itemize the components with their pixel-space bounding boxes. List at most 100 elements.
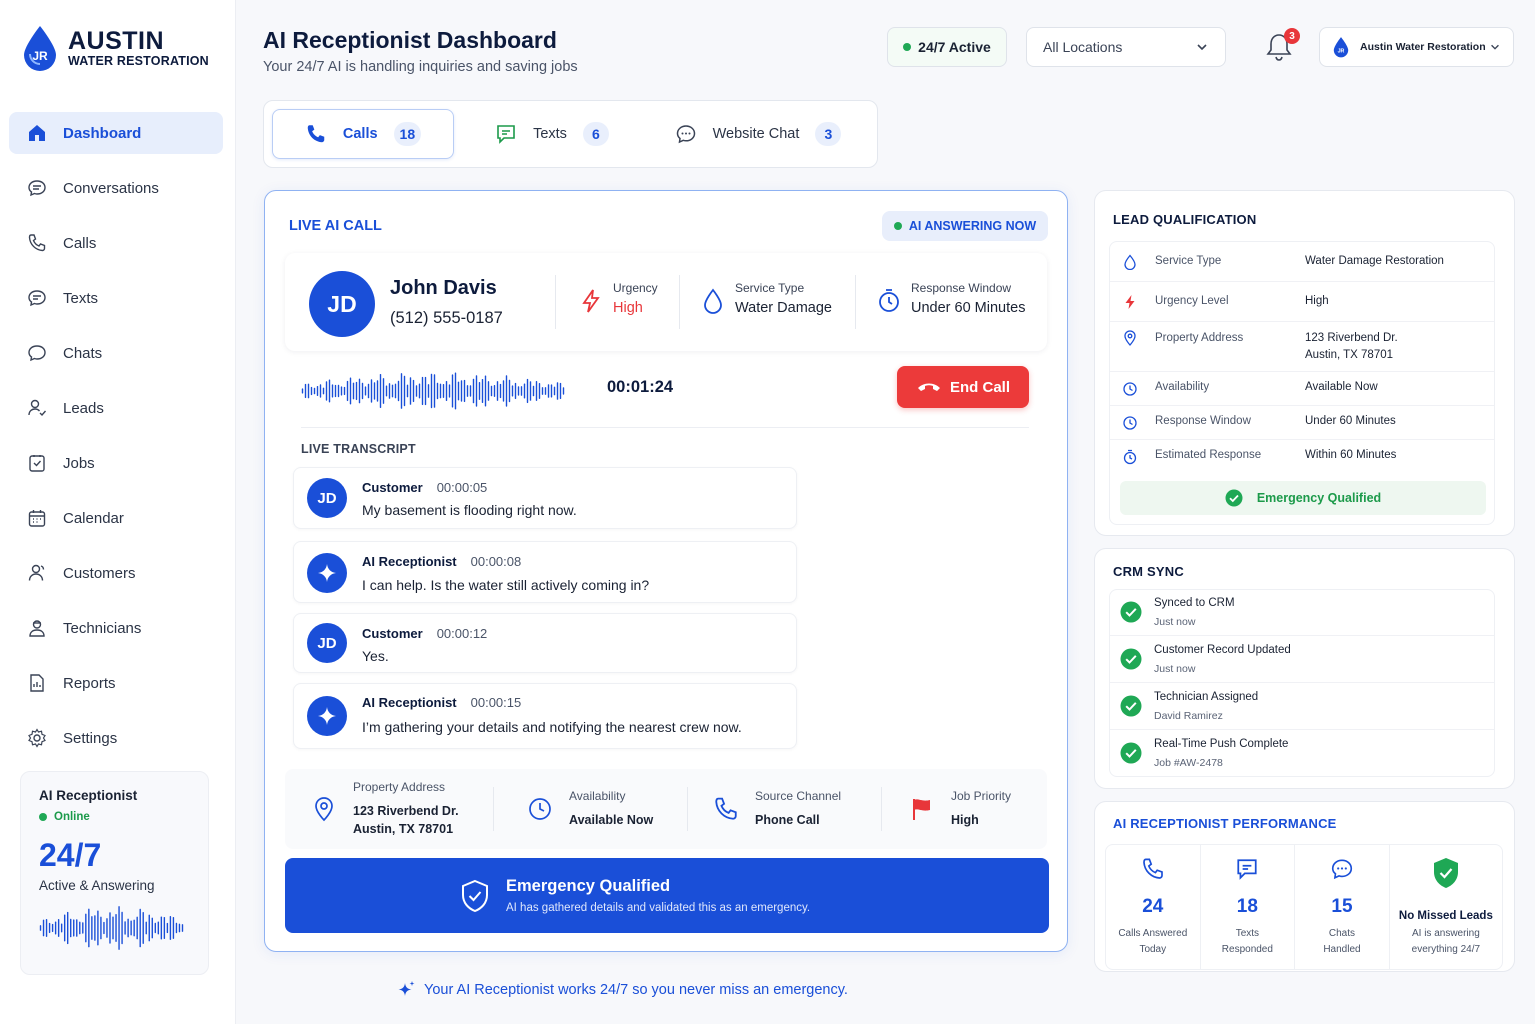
lead-row-response-window: Response Window Under 60 Minutes xyxy=(1110,406,1494,440)
page-title: AI Receptionist Dashboard xyxy=(263,27,557,53)
sidebar-item-label: Calendar xyxy=(63,509,124,527)
check-circle-icon xyxy=(1120,695,1142,717)
source-channel-detail: Source Channel Phone Call xyxy=(713,769,841,849)
sidebar-item-jobs[interactable]: Jobs xyxy=(9,442,223,484)
lead-qualification-card: LEAD QUALIFICATION Service Type Water Da… xyxy=(1094,190,1515,536)
customer-avatar: JD xyxy=(307,623,347,663)
tab-calls[interactable]: Calls 18 xyxy=(272,109,454,159)
job-priority-detail: Job Priority High xyxy=(909,769,1011,849)
tab-count-badge: 6 xyxy=(582,122,609,146)
sidebar-item-conversations[interactable]: Conversations xyxy=(9,167,223,209)
brand-logo[interactable]: JR AUSTIN WATER RESTORATION xyxy=(20,24,209,72)
footer-note: Your AI Receptionist works 24/7 so you n… xyxy=(396,980,848,1000)
lightning-icon xyxy=(1125,295,1135,309)
sidebar-item-label: Settings xyxy=(63,729,118,747)
phone-icon xyxy=(1142,858,1163,879)
lead-row-address: Property Address 123 Riverbend Dr. Austin… xyxy=(1110,322,1494,372)
caller-phone[interactable]: (512) 555-0187 xyxy=(390,309,503,328)
droplet-logo-icon: JR xyxy=(24,26,56,71)
phone-icon xyxy=(28,234,46,252)
sidebar-item-dashboard[interactable]: Dashboard xyxy=(9,112,223,154)
banner-title: Emergency Qualified xyxy=(506,877,671,895)
phone-icon xyxy=(307,125,325,143)
brand-name: AUSTIN xyxy=(68,27,165,55)
check-circle-icon xyxy=(1120,742,1142,764)
tab-label: Texts xyxy=(533,126,567,142)
ai-card-title: AI Receptionist xyxy=(39,788,138,803)
sparkle-icon xyxy=(398,981,415,996)
droplet-icon xyxy=(704,288,722,314)
page-subtitle: Your 24/7 AI is handling inquiries and s… xyxy=(263,59,578,75)
technician-icon xyxy=(29,620,45,637)
check-circle-icon xyxy=(1120,648,1142,670)
chevron-down-icon xyxy=(1197,44,1207,51)
call-details-bar: Property Address 123 Riverbend Dr. Austin,… xyxy=(285,769,1047,849)
sidebar-item-texts[interactable]: Texts xyxy=(9,277,223,319)
transcript-message: AI Receptionist 00:00:08 I can help. Is t… xyxy=(293,541,797,603)
calendar-icon xyxy=(28,510,46,527)
crm-sync-title: CRM SYNC xyxy=(1113,564,1184,579)
chevron-down-icon xyxy=(1491,44,1499,50)
ai-performance-card: AI RECEPTIONIST PERFORMANCE 24 Calls Ans… xyxy=(1094,801,1515,972)
notification-count-badge: 3 xyxy=(1284,28,1300,44)
droplet-icon xyxy=(1124,254,1136,270)
channel-tabs: Calls 18 Texts 6 Website Chat 3 xyxy=(263,100,878,168)
audio-waveform-icon xyxy=(301,372,565,410)
transcript-heading: LIVE TRANSCRIPT xyxy=(301,442,416,456)
audio-waveform-icon xyxy=(39,906,184,950)
pin-icon xyxy=(315,797,333,822)
sidebar-item-technicians[interactable]: Technicians xyxy=(9,607,223,649)
property-address-detail: Property Address 123 Riverbend Dr. Austin,… xyxy=(311,769,459,849)
sidebar-item-calendar[interactable]: Calendar xyxy=(9,497,223,539)
sidebar-item-customers[interactable]: Customers xyxy=(9,552,223,594)
sidebar-item-settings[interactable]: Settings xyxy=(9,717,223,759)
clock-icon xyxy=(529,798,551,820)
online-status: Online xyxy=(39,811,190,823)
sidebar-item-label: Jobs xyxy=(63,454,95,472)
crm-row: Real-Time Push Complete Job #AW-2478 xyxy=(1110,731,1494,777)
crm-row: Customer Record Updated Just now xyxy=(1110,637,1494,683)
sidebar: JR AUSTIN WATER RESTORATION Dashboard Co… xyxy=(0,0,236,1024)
location-select[interactable]: All Locations xyxy=(1026,27,1226,67)
flag-icon xyxy=(913,799,930,820)
lead-row-service-type: Service Type Water Damage Restoration xyxy=(1110,242,1494,282)
active-status-badge[interactable]: 24/7 Active xyxy=(887,27,1007,67)
lead-row-urgency: Urgency Level High xyxy=(1110,282,1494,322)
sidebar-item-calls[interactable]: Calls xyxy=(9,222,223,264)
account-menu[interactable]: JR Austin Water Restoration xyxy=(1319,27,1514,67)
shield-check-icon xyxy=(1433,858,1458,888)
lead-qualification-title: LEAD QUALIFICATION xyxy=(1113,212,1257,227)
message-icon xyxy=(497,125,515,144)
end-call-button[interactable]: End Call xyxy=(897,366,1029,408)
sidebar-item-label: Texts xyxy=(63,289,99,307)
tab-website-chat[interactable]: Website Chat 3 xyxy=(650,109,866,159)
sidebar-item-leads[interactable]: Leads xyxy=(9,387,223,429)
leads-icon xyxy=(28,399,47,417)
clock-icon xyxy=(1123,416,1137,430)
sidebar-item-label: Chats xyxy=(63,344,103,362)
report-icon xyxy=(30,674,44,692)
sidebar-item-label: Reports xyxy=(63,674,116,692)
shield-check-icon xyxy=(462,879,488,913)
tab-count-badge: 18 xyxy=(393,122,422,146)
timer-icon xyxy=(879,289,899,312)
gear-icon xyxy=(28,728,46,748)
stat-no-missed-leads: No Missed Leads AI is answering everythin… xyxy=(1390,845,1502,969)
sidebar-item-chats[interactable]: Chats xyxy=(9,332,223,374)
sidebar-item-label: Calls xyxy=(63,234,97,252)
tab-texts[interactable]: Texts 6 xyxy=(454,109,650,159)
lead-row-estimated-response: Estimated Response Within 60 Minutes xyxy=(1110,440,1494,474)
brand-subtitle: WATER RESTORATION xyxy=(68,54,209,68)
availability-value: 24/7 xyxy=(39,837,102,873)
chat-icon xyxy=(676,125,695,144)
stat-calls-answered: 24 Calls Answered Today xyxy=(1106,845,1201,969)
chat-icon xyxy=(1331,859,1353,880)
check-circle-icon xyxy=(1225,489,1243,507)
tab-count-badge: 3 xyxy=(815,122,842,146)
message-icon xyxy=(1237,859,1257,880)
phone-icon xyxy=(715,797,737,820)
sidebar-item-reports[interactable]: Reports xyxy=(9,662,223,704)
performance-title: AI RECEPTIONIST PERFORMANCE xyxy=(1113,816,1337,831)
sidebar-item-label: Leads xyxy=(63,399,104,417)
crm-sync-card: CRM SYNC Synced to CRM Just now Customer … xyxy=(1094,548,1515,789)
